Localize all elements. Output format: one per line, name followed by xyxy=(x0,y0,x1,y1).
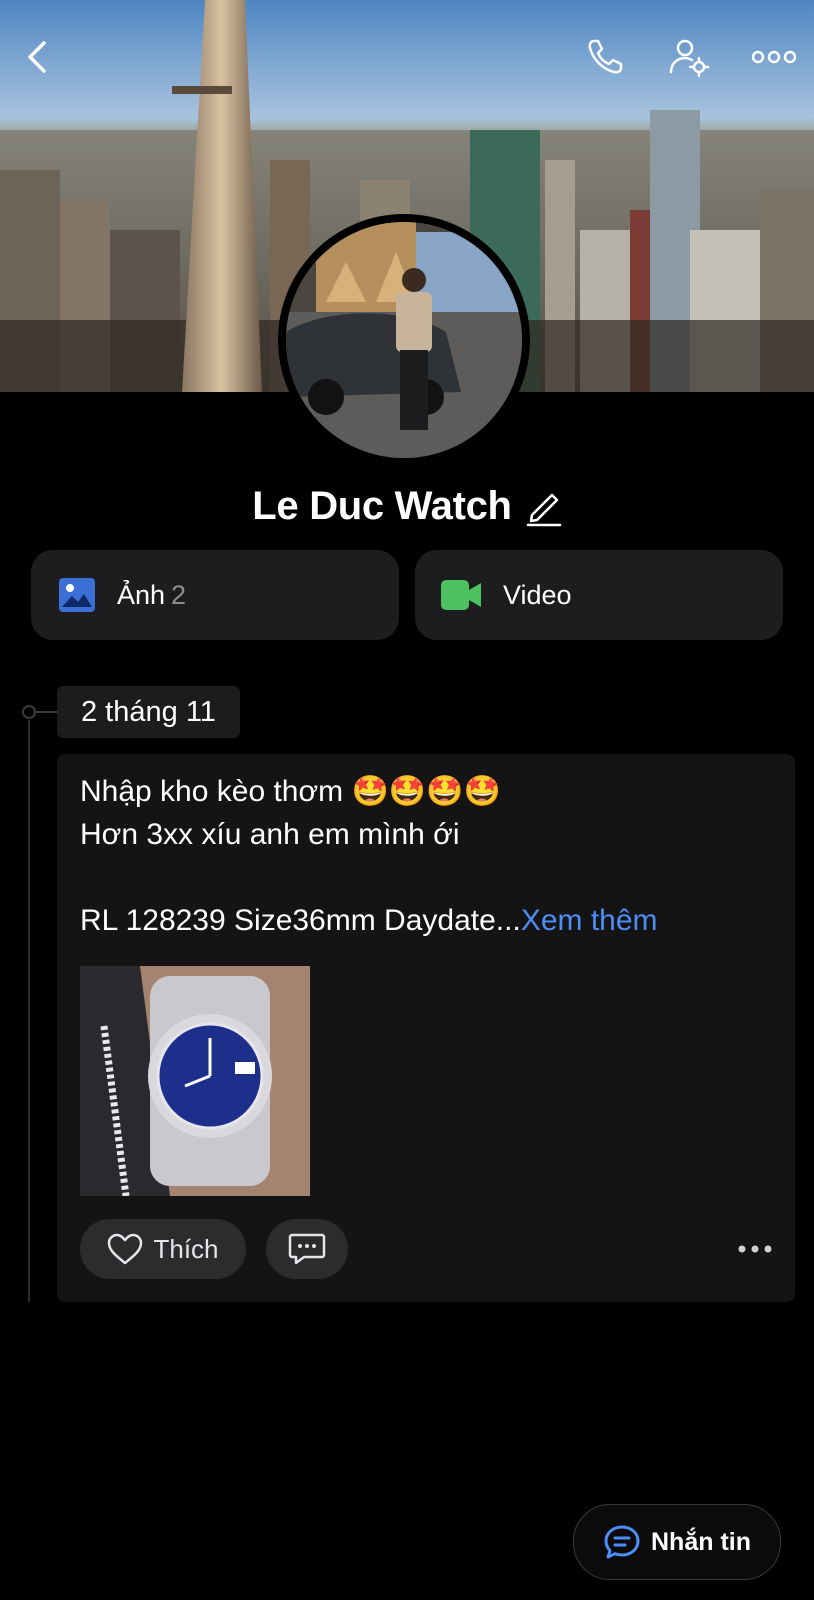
photos-count: 2 xyxy=(171,579,187,610)
like-button[interactable]: Thích xyxy=(80,1219,246,1279)
like-label: Thích xyxy=(153,1233,219,1264)
post-more-button[interactable] xyxy=(735,1232,775,1266)
video-tile[interactable]: Video xyxy=(415,550,783,640)
edit-name-button[interactable] xyxy=(526,487,562,527)
video-label: Video xyxy=(503,579,572,610)
pencil-icon xyxy=(526,493,561,526)
post-image[interactable] xyxy=(80,966,310,1196)
profile-settings-button[interactable] xyxy=(666,34,712,80)
profile-name-row: Le Duc Watch xyxy=(0,484,814,529)
avatar-photo xyxy=(286,222,522,458)
post-text: Nhập kho kèo thơm 🤩🤩🤩🤩 Hơn 3xx xíu anh e… xyxy=(80,770,780,942)
phone-icon xyxy=(588,39,623,74)
avatar-illustration xyxy=(286,222,522,458)
profile-name: Le Duc Watch xyxy=(252,484,512,528)
timeline-dot xyxy=(22,705,36,719)
more-options-button[interactable] xyxy=(750,34,798,80)
video-icon xyxy=(441,580,481,610)
more-horizontal-icon xyxy=(738,1245,772,1253)
call-button[interactable] xyxy=(582,34,628,80)
photos-tile[interactable]: Ảnh 2 xyxy=(31,550,399,640)
timeline-date: 2 tháng 11 xyxy=(57,686,240,738)
post-body: Nhập kho kèo thơm 🤩🤩🤩🤩 Hơn 3xx xíu anh e… xyxy=(80,775,521,937)
comment-icon xyxy=(288,1233,326,1265)
post-card[interactable]: Nhập kho kèo thơm 🤩🤩🤩🤩 Hơn 3xx xíu anh e… xyxy=(57,754,795,1302)
message-label: Nhắn tin xyxy=(651,1527,751,1556)
photos-label: Ảnh xyxy=(117,579,166,610)
heart-icon xyxy=(108,1233,143,1265)
message-button[interactable]: Nhắn tin xyxy=(573,1504,781,1580)
see-more-link[interactable]: Xem thêm xyxy=(521,904,658,937)
timeline-connector xyxy=(35,711,57,713)
chat-bubble-icon xyxy=(604,1525,640,1559)
photo-icon xyxy=(59,578,95,612)
chevron-left-icon xyxy=(28,41,46,73)
comment-button[interactable] xyxy=(266,1219,348,1279)
back-button[interactable] xyxy=(16,34,62,80)
more-horizontal-icon xyxy=(752,50,796,64)
timeline-line xyxy=(28,720,30,1302)
watch-photo-illustration xyxy=(80,966,310,1196)
user-settings-icon xyxy=(669,39,710,78)
profile-avatar[interactable] xyxy=(278,214,530,466)
